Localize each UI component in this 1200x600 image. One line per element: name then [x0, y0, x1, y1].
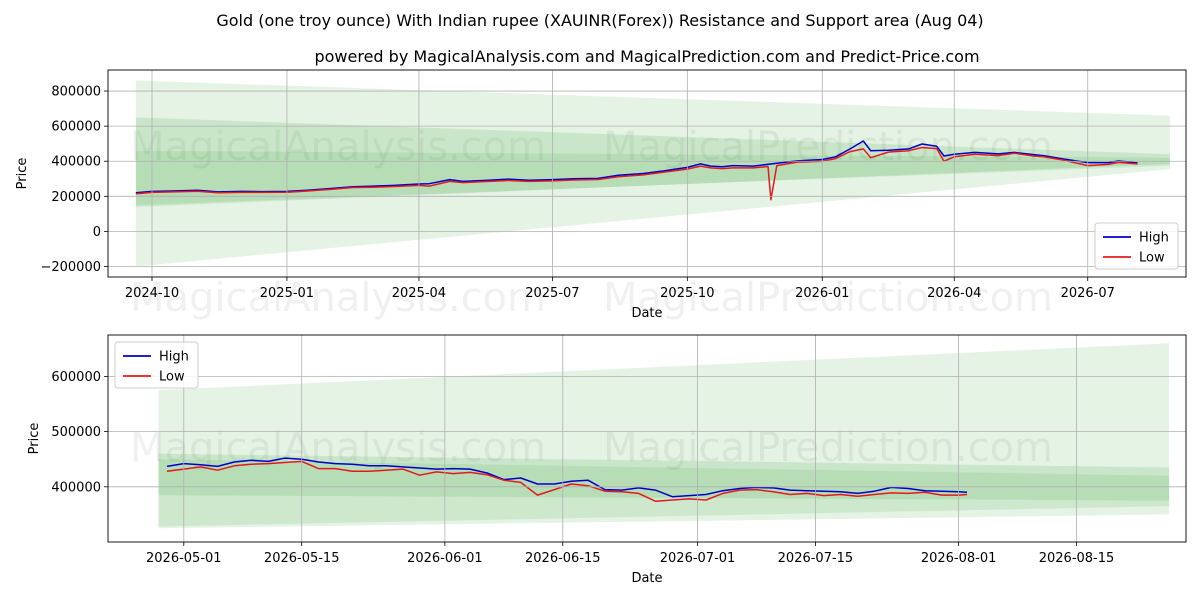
plot-area [158, 343, 1170, 529]
chart-subtitle: powered by MagicalAnalysis.com and Magic… [314, 47, 979, 66]
y-tick-label: 500000 [51, 425, 101, 440]
plot-area [135, 80, 1170, 267]
x-tick-label: 2026-05-01 [146, 551, 222, 566]
y-tick-label: 400000 [51, 480, 101, 495]
x-tick-label: 2026-07 [1061, 286, 1115, 301]
x-tick-label: 2026-05-15 [264, 551, 340, 566]
y-tick-label: 400000 [51, 155, 101, 170]
x-tick-label: 2025-01 [260, 286, 314, 301]
y-tick-label: 600000 [51, 370, 101, 385]
x-tick-label: 2025-04 [392, 286, 446, 301]
x-tick-label: 2026-07-15 [778, 551, 854, 566]
x-tick-label: 2026-08-15 [1039, 551, 1115, 566]
y-tick-label: −200000 [40, 260, 101, 275]
legend: High Low [1094, 222, 1179, 270]
chart-figure: Gold (one troy ounce) With Indian rupee … [0, 0, 1200, 600]
chart-panel-1: MagicalAnalysis.com MagicalPrediction.com… [15, 69, 1187, 321]
x-axis-label: Date [631, 571, 662, 586]
watermark-analysis: MagicalAnalysis.com [130, 275, 546, 321]
y-tick-label: 800000 [51, 85, 101, 100]
x-tick-label: 2026-01 [795, 286, 849, 301]
x-tick-label: 2024-10 [125, 286, 179, 301]
x-axis-label: Date [631, 306, 662, 321]
x-tick-label: 2026-07-01 [660, 551, 736, 566]
chart-panel-2: MagicalAnalysis.com MagicalPrediction.com… [27, 334, 1187, 586]
chart-canvas: Gold (one troy ounce) With Indian rupee … [15, 11, 1187, 586]
x-tick-label: 2026-06-01 [407, 551, 483, 566]
x-tick-label: 2026-06-15 [525, 551, 601, 566]
legend-label-low: Low [1139, 251, 1165, 266]
y-tick-label: 200000 [51, 190, 101, 205]
chart-title: Gold (one troy ounce) With Indian rupee … [216, 11, 983, 30]
x-tick-label: 2025-10 [660, 286, 714, 301]
legend-label-high: High [159, 350, 189, 365]
y-tick-label: 600000 [51, 120, 101, 135]
legend-label-low: Low [159, 370, 185, 385]
y-tick-label: 0 [93, 225, 101, 240]
legend: High Low [114, 341, 199, 389]
y-axis-label: Price [15, 158, 30, 190]
x-tick-label: 2025-07 [525, 286, 579, 301]
y-axis-label: Price [27, 423, 42, 455]
x-tick-label: 2026-08-01 [921, 551, 997, 566]
x-tick-label: 2026-04 [927, 286, 981, 301]
legend-label-high: High [1139, 231, 1169, 246]
